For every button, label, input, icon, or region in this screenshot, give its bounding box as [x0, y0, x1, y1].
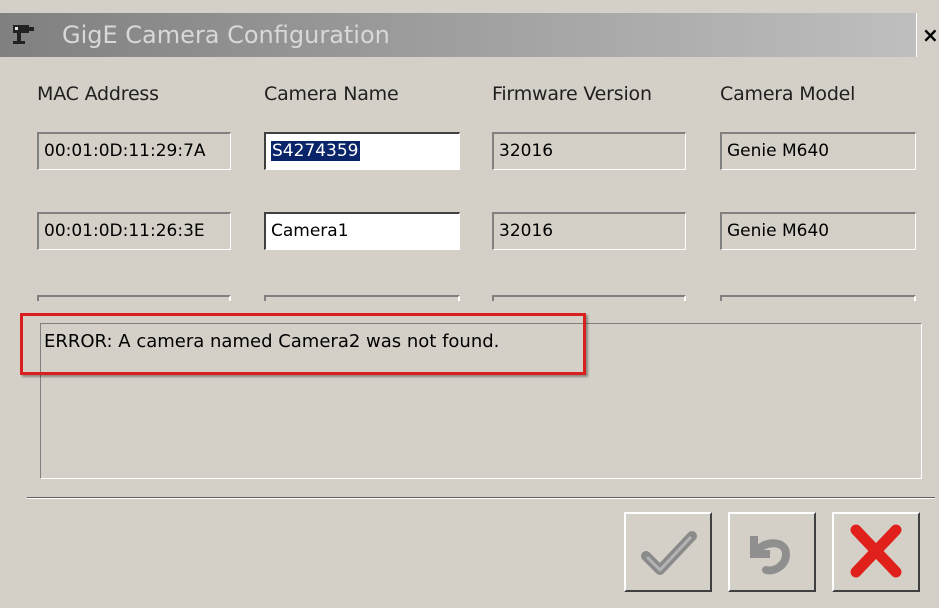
camera-app-icon: [12, 23, 36, 47]
camera-name-input[interactable]: Camera1: [264, 212, 460, 250]
camera-model-field-partial: [720, 295, 916, 301]
column-header-firmware-version: Firmware Version: [492, 83, 652, 105]
camera-name-input-partial[interactable]: [264, 295, 460, 301]
mac-address-field: 00:01:0D:11:29:7A: [37, 132, 231, 170]
camera-name-input[interactable]: S4274359: [264, 132, 460, 170]
window-title: GigE Camera Configuration: [62, 21, 390, 49]
camera-model-field: Genie M640: [720, 132, 916, 170]
firmware-version-field: 32016: [492, 212, 686, 250]
ok-button[interactable]: [624, 512, 712, 592]
cancel-button[interactable]: [832, 512, 920, 592]
red-x-icon: [850, 524, 902, 578]
mac-address-field-partial: [37, 295, 231, 301]
camera-model-field: Genie M640: [720, 212, 916, 250]
column-header-camera-name: Camera Name: [264, 83, 399, 105]
error-highlight-box: [20, 313, 586, 375]
checkmark-icon: [641, 531, 697, 575]
undo-button[interactable]: [728, 512, 816, 592]
undo-icon: [750, 536, 791, 575]
divider: [27, 497, 935, 499]
close-icon: ×: [922, 23, 939, 47]
mac-address-field: 00:01:0D:11:26:3E: [37, 212, 231, 250]
firmware-version-field: 32016: [492, 132, 686, 170]
column-header-mac-address: MAC Address: [37, 83, 159, 105]
close-button[interactable]: ×: [916, 13, 939, 57]
camera-name-selected-text: S4274359: [271, 141, 360, 161]
gige-camera-configuration-window: GigE Camera Configuration × MAC Address …: [0, 0, 939, 608]
column-header-camera-model: Camera Model: [720, 83, 856, 105]
firmware-version-field-partial: [492, 295, 686, 301]
title-bar[interactable]: GigE Camera Configuration ×: [0, 13, 939, 57]
